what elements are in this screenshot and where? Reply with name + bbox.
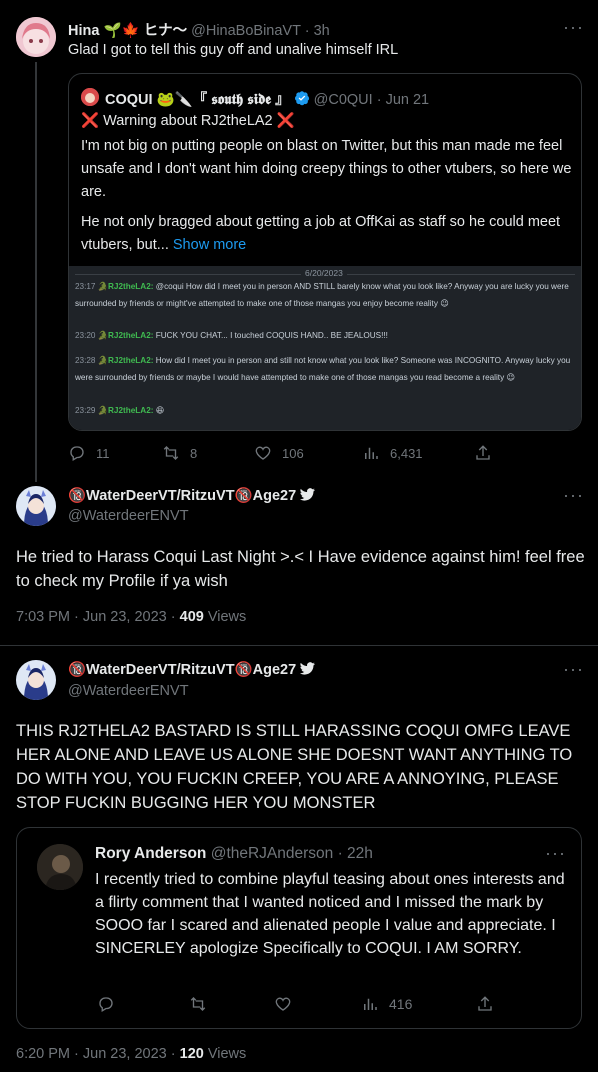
tweet-time[interactable]: · 3h [305, 23, 330, 39]
quoted-author-name[interactable]: Rory Anderson [95, 845, 206, 862]
quoted-tweet-body: I recently tried to combine playful teas… [95, 871, 565, 957]
quoted-tweet-body: I'm not big on putting people on blast o… [81, 138, 572, 200]
chat-screenshot[interactable]: 6/20/2023 23:17 🐊RJ2theLA2: @coqui How d… [69, 266, 581, 430]
views-label: Views [207, 609, 247, 625]
views-chart-icon [365, 447, 378, 459]
like-button[interactable]: 106 [254, 444, 304, 462]
author-handle[interactable]: @WaterdeerENVT [68, 683, 189, 699]
reply-icon [99, 997, 113, 1012]
quoted-author-handle[interactable]: @C0QUI [314, 92, 373, 108]
chat-message: 23:20 🐊RJ2theLA2: FUCK YOU CHAT... I tou… [75, 331, 388, 340]
tweet-timestamp[interactable]: 6:20 PM · Jun 23, 2023 · [16, 1046, 176, 1062]
retweet-icon [163, 446, 179, 460]
show-more-link[interactable]: Show more [173, 237, 246, 253]
heart-icon [275, 997, 291, 1011]
quoted-tweet-body-2: He not only bragged about getting a job … [81, 214, 561, 253]
quoted-author-handle[interactable]: @theRJAnderson [211, 845, 334, 862]
reply-button[interactable] [97, 995, 115, 1013]
more-icon[interactable]: ··· [563, 660, 584, 678]
quoted-tweet-time[interactable]: · Jun 21 [377, 92, 429, 108]
views-chart-icon [364, 998, 377, 1010]
quoted-tweet-title: ❌ Warning about RJ2theLA2 ❌ [81, 113, 295, 129]
retweet-icon [190, 997, 206, 1011]
author-handle[interactable]: @WaterdeerENVT [68, 508, 189, 524]
views-count: 409 [179, 609, 204, 625]
quoted-author-name[interactable]: COQUI 🐸🔪『 𝖘𝖔𝖚𝖙𝖍 𝖘𝖎𝖉𝖊 』 [105, 92, 290, 108]
twitter-bird-icon [300, 662, 316, 678]
tweet-timestamp[interactable]: 7:03 PM · Jun 23, 2023 · [16, 609, 176, 625]
retweet-button[interactable] [189, 995, 207, 1013]
divider [0, 645, 598, 646]
verified-badge-icon [294, 90, 310, 110]
chat-message: 23:28 🐊RJ2theLA2: How did I meet you in … [75, 356, 571, 382]
more-icon[interactable]: ··· [545, 844, 566, 862]
avatar[interactable] [16, 660, 56, 700]
share-button[interactable] [476, 995, 494, 1013]
share-button[interactable] [474, 444, 492, 462]
author-handle[interactable]: @HinaBoBinaVT [191, 23, 301, 39]
author-name[interactable]: Hina 🌱🍁 ヒナ〜 [68, 23, 187, 39]
tweet-text: THIS RJ2THELA2 BASTARD IS STILL HARASSIN… [16, 722, 573, 812]
avatar[interactable] [81, 88, 99, 106]
avatar[interactable] [16, 17, 56, 57]
share-icon [478, 996, 492, 1011]
like-button[interactable] [274, 995, 292, 1013]
heart-icon [255, 446, 271, 460]
author-name[interactable]: 🔞WaterDeerVT/RitzuVT🔞Age27 [68, 662, 296, 678]
thread-line [35, 62, 37, 482]
more-icon[interactable]: ··· [563, 486, 584, 504]
quoted-tweet-time[interactable]: · 22h [338, 845, 373, 862]
retweet-button[interactable]: 8 [162, 444, 197, 462]
share-icon [476, 445, 490, 460]
chat-message: 23:29 🐊RJ2theLA2: 😆 [75, 406, 165, 415]
chat-date: 6/20/2023 [301, 268, 347, 278]
reply-button[interactable]: 11 [68, 444, 110, 462]
tweet-text: Glad I got to tell this guy off and unal… [68, 42, 399, 58]
chat-message: 23:17 🐊RJ2theLA2: @coqui How did I meet … [75, 282, 569, 308]
quoted-tweet[interactable]: Rory Anderson @theRJAnderson · 22h ··· I… [16, 827, 582, 1029]
more-icon[interactable]: ··· [563, 18, 584, 36]
quoted-tweet[interactable]: COQUI 🐸🔪『 𝖘𝖔𝖚𝖙𝖍 𝖘𝖎𝖉𝖊 』 @C0QUI · Jun 21 ❌… [68, 73, 582, 431]
reply-icon [70, 446, 84, 461]
author-name[interactable]: 🔞WaterDeerVT/RitzuVT🔞Age27 [68, 488, 296, 504]
views-label: Views [207, 1046, 247, 1062]
views-button[interactable]: 416 [361, 995, 412, 1013]
tweet-text: He tried to Harass Coqui Last Night >.< … [16, 548, 585, 590]
views-count: 120 [179, 1046, 204, 1062]
twitter-bird-icon [300, 488, 316, 504]
views-button[interactable]: 6,431 [362, 444, 423, 462]
avatar[interactable] [16, 486, 56, 526]
avatar[interactable] [37, 844, 83, 890]
